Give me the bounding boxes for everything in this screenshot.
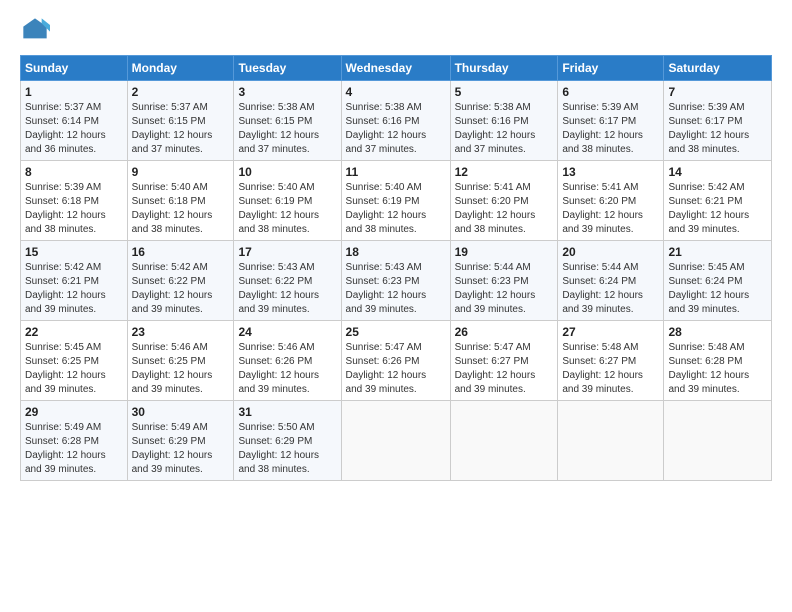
calendar-cell: 24Sunrise: 5:46 AMSunset: 6:26 PMDayligh…	[234, 321, 341, 401]
calendar-cell: 20Sunrise: 5:44 AMSunset: 6:24 PMDayligh…	[558, 241, 664, 321]
calendar-cell: 17Sunrise: 5:43 AMSunset: 6:22 PMDayligh…	[234, 241, 341, 321]
day-number: 2	[132, 84, 230, 101]
day-number: 12	[455, 164, 554, 181]
calendar-cell: 31Sunrise: 5:50 AMSunset: 6:29 PMDayligh…	[234, 401, 341, 481]
calendar-cell: 3Sunrise: 5:38 AMSunset: 6:15 PMDaylight…	[234, 81, 341, 161]
calendar-header-row: SundayMondayTuesdayWednesdayThursdayFrid…	[21, 56, 772, 81]
page: SundayMondayTuesdayWednesdayThursdayFrid…	[0, 0, 792, 612]
day-number: 18	[346, 244, 446, 261]
calendar-cell: 7Sunrise: 5:39 AMSunset: 6:17 PMDaylight…	[664, 81, 772, 161]
day-number: 9	[132, 164, 230, 181]
day-number: 25	[346, 324, 446, 341]
logo	[20, 15, 54, 45]
calendar-cell: 15Sunrise: 5:42 AMSunset: 6:21 PMDayligh…	[21, 241, 128, 321]
day-number: 8	[25, 164, 123, 181]
day-number: 30	[132, 404, 230, 421]
day-number: 3	[238, 84, 336, 101]
calendar-cell	[341, 401, 450, 481]
calendar-cell: 18Sunrise: 5:43 AMSunset: 6:23 PMDayligh…	[341, 241, 450, 321]
calendar-cell: 28Sunrise: 5:48 AMSunset: 6:28 PMDayligh…	[664, 321, 772, 401]
calendar-week-row: 22Sunrise: 5:45 AMSunset: 6:25 PMDayligh…	[21, 321, 772, 401]
weekday-header: Saturday	[664, 56, 772, 81]
calendar-week-row: 15Sunrise: 5:42 AMSunset: 6:21 PMDayligh…	[21, 241, 772, 321]
calendar-cell: 2Sunrise: 5:37 AMSunset: 6:15 PMDaylight…	[127, 81, 234, 161]
calendar-cell: 5Sunrise: 5:38 AMSunset: 6:16 PMDaylight…	[450, 81, 558, 161]
day-number: 19	[455, 244, 554, 261]
calendar-cell	[450, 401, 558, 481]
day-number: 22	[25, 324, 123, 341]
day-number: 17	[238, 244, 336, 261]
calendar-cell: 1Sunrise: 5:37 AMSunset: 6:14 PMDaylight…	[21, 81, 128, 161]
calendar-cell: 16Sunrise: 5:42 AMSunset: 6:22 PMDayligh…	[127, 241, 234, 321]
day-number: 1	[25, 84, 123, 101]
day-number: 27	[562, 324, 659, 341]
day-number: 5	[455, 84, 554, 101]
calendar-cell: 6Sunrise: 5:39 AMSunset: 6:17 PMDaylight…	[558, 81, 664, 161]
calendar-week-row: 29Sunrise: 5:49 AMSunset: 6:28 PMDayligh…	[21, 401, 772, 481]
calendar-cell: 30Sunrise: 5:49 AMSunset: 6:29 PMDayligh…	[127, 401, 234, 481]
calendar-cell: 4Sunrise: 5:38 AMSunset: 6:16 PMDaylight…	[341, 81, 450, 161]
weekday-header: Thursday	[450, 56, 558, 81]
header	[20, 15, 772, 45]
calendar-cell: 21Sunrise: 5:45 AMSunset: 6:24 PMDayligh…	[664, 241, 772, 321]
weekday-header: Tuesday	[234, 56, 341, 81]
calendar-cell: 13Sunrise: 5:41 AMSunset: 6:20 PMDayligh…	[558, 161, 664, 241]
day-number: 15	[25, 244, 123, 261]
logo-icon	[20, 15, 50, 45]
calendar-cell: 14Sunrise: 5:42 AMSunset: 6:21 PMDayligh…	[664, 161, 772, 241]
weekday-header: Friday	[558, 56, 664, 81]
day-number: 4	[346, 84, 446, 101]
day-number: 24	[238, 324, 336, 341]
day-number: 23	[132, 324, 230, 341]
day-number: 21	[668, 244, 767, 261]
calendar-cell: 26Sunrise: 5:47 AMSunset: 6:27 PMDayligh…	[450, 321, 558, 401]
calendar-cell: 10Sunrise: 5:40 AMSunset: 6:19 PMDayligh…	[234, 161, 341, 241]
day-number: 10	[238, 164, 336, 181]
calendar-week-row: 1Sunrise: 5:37 AMSunset: 6:14 PMDaylight…	[21, 81, 772, 161]
day-number: 6	[562, 84, 659, 101]
weekday-header: Sunday	[21, 56, 128, 81]
day-number: 31	[238, 404, 336, 421]
calendar-cell: 9Sunrise: 5:40 AMSunset: 6:18 PMDaylight…	[127, 161, 234, 241]
day-number: 13	[562, 164, 659, 181]
calendar-cell: 8Sunrise: 5:39 AMSunset: 6:18 PMDaylight…	[21, 161, 128, 241]
calendar-cell: 22Sunrise: 5:45 AMSunset: 6:25 PMDayligh…	[21, 321, 128, 401]
calendar-cell: 29Sunrise: 5:49 AMSunset: 6:28 PMDayligh…	[21, 401, 128, 481]
calendar-table: SundayMondayTuesdayWednesdayThursdayFrid…	[20, 55, 772, 481]
day-number: 20	[562, 244, 659, 261]
calendar-cell	[558, 401, 664, 481]
day-number: 29	[25, 404, 123, 421]
weekday-header: Wednesday	[341, 56, 450, 81]
day-number: 7	[668, 84, 767, 101]
day-number: 26	[455, 324, 554, 341]
day-number: 16	[132, 244, 230, 261]
day-number: 14	[668, 164, 767, 181]
calendar-cell: 11Sunrise: 5:40 AMSunset: 6:19 PMDayligh…	[341, 161, 450, 241]
day-number: 28	[668, 324, 767, 341]
calendar-cell: 12Sunrise: 5:41 AMSunset: 6:20 PMDayligh…	[450, 161, 558, 241]
calendar-cell: 27Sunrise: 5:48 AMSunset: 6:27 PMDayligh…	[558, 321, 664, 401]
calendar-cell: 25Sunrise: 5:47 AMSunset: 6:26 PMDayligh…	[341, 321, 450, 401]
weekday-header: Monday	[127, 56, 234, 81]
calendar-cell: 23Sunrise: 5:46 AMSunset: 6:25 PMDayligh…	[127, 321, 234, 401]
calendar-week-row: 8Sunrise: 5:39 AMSunset: 6:18 PMDaylight…	[21, 161, 772, 241]
calendar-cell: 19Sunrise: 5:44 AMSunset: 6:23 PMDayligh…	[450, 241, 558, 321]
day-number: 11	[346, 164, 446, 181]
calendar-cell	[664, 401, 772, 481]
